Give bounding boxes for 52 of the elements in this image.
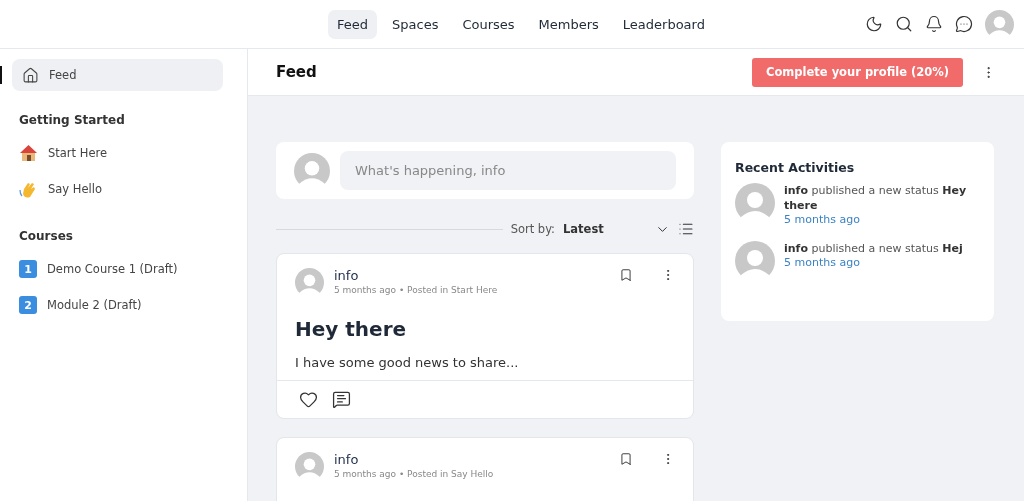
avatar <box>295 452 324 481</box>
post-meta: 5 months ago • Posted in Start Here <box>334 285 499 295</box>
page-title: Feed <box>276 63 318 81</box>
comment-icon[interactable] <box>332 390 351 409</box>
activity-time[interactable]: 5 months ago <box>784 213 980 226</box>
author-name[interactable]: info <box>334 452 609 467</box>
sort-dropdown[interactable]: Latest <box>563 222 647 236</box>
search-icon[interactable] <box>895 15 913 33</box>
avatar <box>294 152 330 189</box>
post-title: Hey there <box>294 316 408 341</box>
active-marker <box>0 66 2 84</box>
avatar <box>985 9 1014 39</box>
bookmark-icon[interactable] <box>619 452 633 466</box>
post-body: I have some good news to share... <box>294 354 520 372</box>
sidebar-item[interactable]: Feed <box>12 59 223 91</box>
sidebar-item[interactable]: 1 Demo Course 1 (Draft) <box>12 251 223 287</box>
bookmark-icon[interactable] <box>619 268 633 282</box>
author-name[interactable]: info <box>334 268 609 283</box>
item-label: Module 2 (Draft) <box>47 298 142 312</box>
item-label: Feed <box>49 68 77 82</box>
sidebar-item[interactable]: 2 Module 2 (Draft) <box>12 287 223 323</box>
nav-tab[interactable]: Courses <box>453 9 524 39</box>
activity-text: info published a new status Hey there <box>784 183 968 213</box>
sidebar-item[interactable]: Say Hello <box>12 171 223 207</box>
nav-tab[interactable]: Spaces <box>383 9 448 39</box>
item-label: Say Hello <box>48 182 102 196</box>
bell-icon[interactable] <box>925 15 943 33</box>
number-badge: 2 <box>19 296 37 314</box>
activity-text: info published a new status Hej <box>784 241 963 256</box>
list-icon[interactable] <box>678 221 694 237</box>
group-title: Getting Started <box>19 113 126 127</box>
item-label: Start Here <box>48 146 108 160</box>
number-badge: 1 <box>19 260 37 278</box>
house-icon <box>19 144 38 162</box>
activity-time[interactable]: 5 months ago <box>784 256 963 269</box>
item-label: Demo Course 1 (Draft) <box>47 262 178 276</box>
sort-label: Sort by: <box>510 222 555 236</box>
post-input[interactable]: What's happening, info <box>340 151 676 190</box>
nav-tab[interactable]: Members <box>529 9 608 39</box>
avatar <box>735 183 775 223</box>
nav-tab[interactable]: Leaderboard <box>613 9 714 39</box>
group-title: Courses <box>19 229 74 243</box>
sidebar-item[interactable]: Start Here <box>12 135 223 171</box>
nav-tab[interactable]: Feed <box>328 9 377 39</box>
moon-icon[interactable] <box>865 15 883 33</box>
heart-icon[interactable] <box>299 390 318 409</box>
chat-icon[interactable] <box>955 15 973 33</box>
avatar <box>295 268 324 297</box>
house-icon <box>22 66 39 84</box>
card-title: Recent Activities <box>735 160 856 175</box>
post-meta: 5 months ago • Posted in Say Hello <box>334 469 495 479</box>
avatar <box>735 241 775 281</box>
